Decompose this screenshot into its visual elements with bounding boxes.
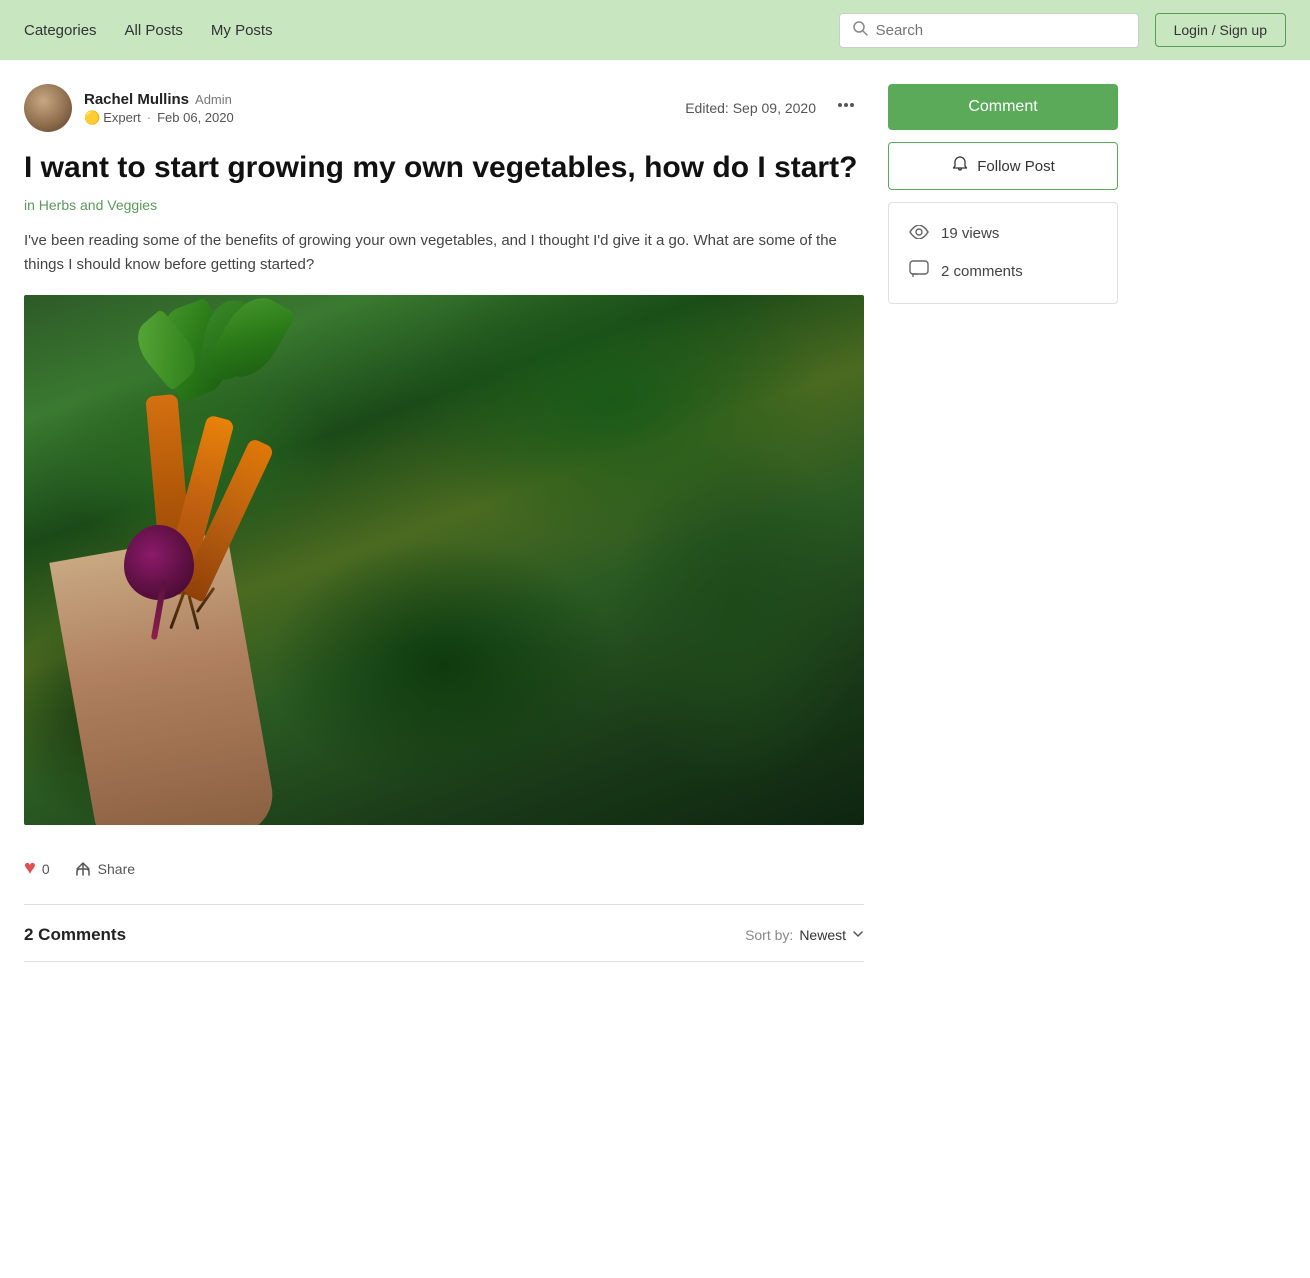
chevron-down-icon (852, 928, 864, 943)
more-options-button[interactable] (828, 91, 864, 125)
nav-links: Categories All Posts My Posts (24, 22, 839, 39)
stats-box: 19 views 2 comments (888, 202, 1118, 304)
search-box[interactable] (839, 13, 1139, 48)
nav-my-posts[interactable]: My Posts (211, 22, 273, 39)
login-button[interactable]: Login / Sign up (1155, 13, 1286, 47)
comment-icon (909, 260, 929, 283)
post-excerpt: I've been reading some of the benefits o… (24, 229, 864, 277)
comments-count-label: 2 Comments (24, 925, 126, 945)
nav-all-posts[interactable]: All Posts (125, 22, 183, 39)
divider (24, 904, 864, 905)
comment-button[interactable]: Comment (888, 84, 1118, 130)
search-input[interactable] (876, 22, 1126, 39)
post-date: Feb 06, 2020 (157, 110, 234, 125)
edited-date: Sep 09, 2020 (733, 100, 816, 116)
author-left: Rachel Mullins Admin 🟡 Expert · Feb 06, … (24, 84, 234, 132)
avatar (24, 84, 72, 132)
post-category[interactable]: in Herbs and Veggies (24, 197, 864, 213)
main-nav: Categories All Posts My Posts Login / Si… (0, 0, 1310, 60)
share-button[interactable]: Share (66, 856, 143, 882)
bell-icon (951, 155, 969, 177)
main-container: Rachel Mullins Admin 🟡 Expert · Feb 06, … (0, 60, 1310, 962)
author-meta: 🟡 Expert · Feb 06, 2020 (84, 110, 234, 126)
views-stat-row: 19 views (909, 223, 1097, 244)
article-area: Rachel Mullins Admin 🟡 Expert · Feb 06, … (24, 84, 864, 962)
like-button[interactable]: ♥ 0 (24, 853, 50, 884)
expert-icon: 🟡 (84, 110, 100, 126)
author-info: Rachel Mullins Admin 🟡 Expert · Feb 06, … (84, 91, 234, 126)
author-right: Edited: Sep 09, 2020 (685, 91, 864, 125)
comments-header: 2 Comments Sort by: Newest (24, 925, 864, 962)
greens-top (104, 295, 304, 415)
sidebar: Comment Follow Post 19 views (888, 84, 1118, 962)
like-count: 0 (42, 861, 50, 877)
share-icon (74, 860, 92, 878)
veggie-scene (24, 295, 864, 825)
search-icon (852, 20, 868, 41)
views-count: 19 views (941, 225, 999, 242)
avatar-image (24, 84, 72, 132)
expert-label: Expert (103, 110, 141, 125)
follow-post-button[interactable]: Follow Post (888, 142, 1118, 190)
sort-row[interactable]: Sort by: Newest (745, 927, 864, 943)
author-name: Rachel Mullins (84, 91, 189, 108)
author-name-row: Rachel Mullins Admin (84, 91, 234, 108)
share-label: Share (98, 861, 135, 877)
post-image (24, 295, 864, 825)
heart-icon: ♥ (24, 857, 36, 880)
edited-label: Edited: (685, 100, 729, 116)
edited-text: Edited: Sep 09, 2020 (685, 100, 816, 116)
author-row: Rachel Mullins Admin 🟡 Expert · Feb 06, … (24, 84, 864, 132)
comments-count: 2 comments (941, 263, 1023, 280)
dot-separator: · (147, 110, 151, 125)
nav-categories[interactable]: Categories (24, 22, 97, 39)
follow-post-label: Follow Post (977, 158, 1055, 175)
sort-value: Newest (799, 927, 846, 943)
sort-label: Sort by: (745, 927, 793, 943)
author-role-badge: Admin (195, 92, 232, 107)
eye-icon (909, 223, 929, 244)
post-title: I want to start growing my own vegetable… (24, 148, 864, 187)
actions-bar: ♥ 0 Share (24, 853, 864, 884)
expert-badge: 🟡 Expert (84, 110, 141, 126)
comments-stat-row: 2 comments (909, 260, 1097, 283)
